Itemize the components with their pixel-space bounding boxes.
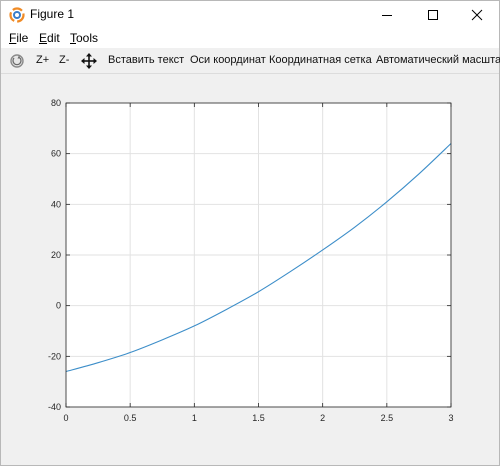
- y-tick-label: 60: [51, 149, 61, 159]
- x-tick-label: 0.5: [124, 413, 137, 423]
- zoom-out-button[interactable]: Z-: [59, 54, 69, 66]
- minimize-button[interactable]: [365, 1, 409, 29]
- y-tick-label: 20: [51, 250, 61, 260]
- x-tick-label: 1.5: [252, 413, 265, 423]
- axes-button[interactable]: Оси координат: [190, 54, 266, 66]
- x-tick-label: 1: [192, 413, 197, 423]
- y-tick-label: 0: [56, 301, 61, 311]
- grid-button[interactable]: Координатная сетка: [269, 54, 372, 66]
- autoscale-button[interactable]: Автоматический масштаб: [376, 54, 500, 66]
- menu-tools[interactable]: Tools: [70, 31, 98, 45]
- y-tick-label: 80: [51, 98, 61, 108]
- close-icon: [471, 9, 483, 21]
- y-tick-label: 40: [51, 199, 61, 209]
- plot-figure: 0 0.5 1 1.5 2 2.5 3 -40 -20 0 20 40 60 80: [48, 98, 454, 423]
- menu-file[interactable]: File: [9, 31, 28, 45]
- menu-tools-label: ools: [76, 31, 99, 45]
- close-button[interactable]: [455, 1, 499, 29]
- zoom-in-button[interactable]: Z+: [36, 54, 49, 66]
- title-bar[interactable]: Figure 1: [1, 1, 499, 29]
- octave-logo-icon: [9, 7, 25, 23]
- maximize-icon: [428, 10, 438, 20]
- pan-arrows-icon[interactable]: [80, 52, 98, 70]
- menu-edit-label: dit: [47, 31, 60, 45]
- toolbar: Z+ Z- Вставить текст Оси координат Коорд…: [1, 49, 500, 74]
- rotate-icon[interactable]: [8, 52, 26, 70]
- x-tick-label: 3: [448, 413, 453, 423]
- menu-file-label: ile: [16, 31, 29, 45]
- insert-text-button[interactable]: Вставить текст: [108, 54, 184, 66]
- maximize-button[interactable]: [411, 1, 455, 29]
- x-tick-label: 2.5: [381, 413, 394, 423]
- y-tick-label: -20: [48, 351, 61, 361]
- y-tick-label: -40: [48, 402, 61, 412]
- x-tick-label: 2: [320, 413, 325, 423]
- menu-edit[interactable]: Edit: [39, 31, 60, 45]
- menu-edit-mnemonic: E: [39, 31, 48, 45]
- menu-bar: File Edit Tools: [1, 29, 499, 48]
- x-tick-label: 0: [63, 413, 68, 423]
- minimize-icon: [382, 15, 392, 16]
- window-title: Figure 1: [30, 7, 75, 21]
